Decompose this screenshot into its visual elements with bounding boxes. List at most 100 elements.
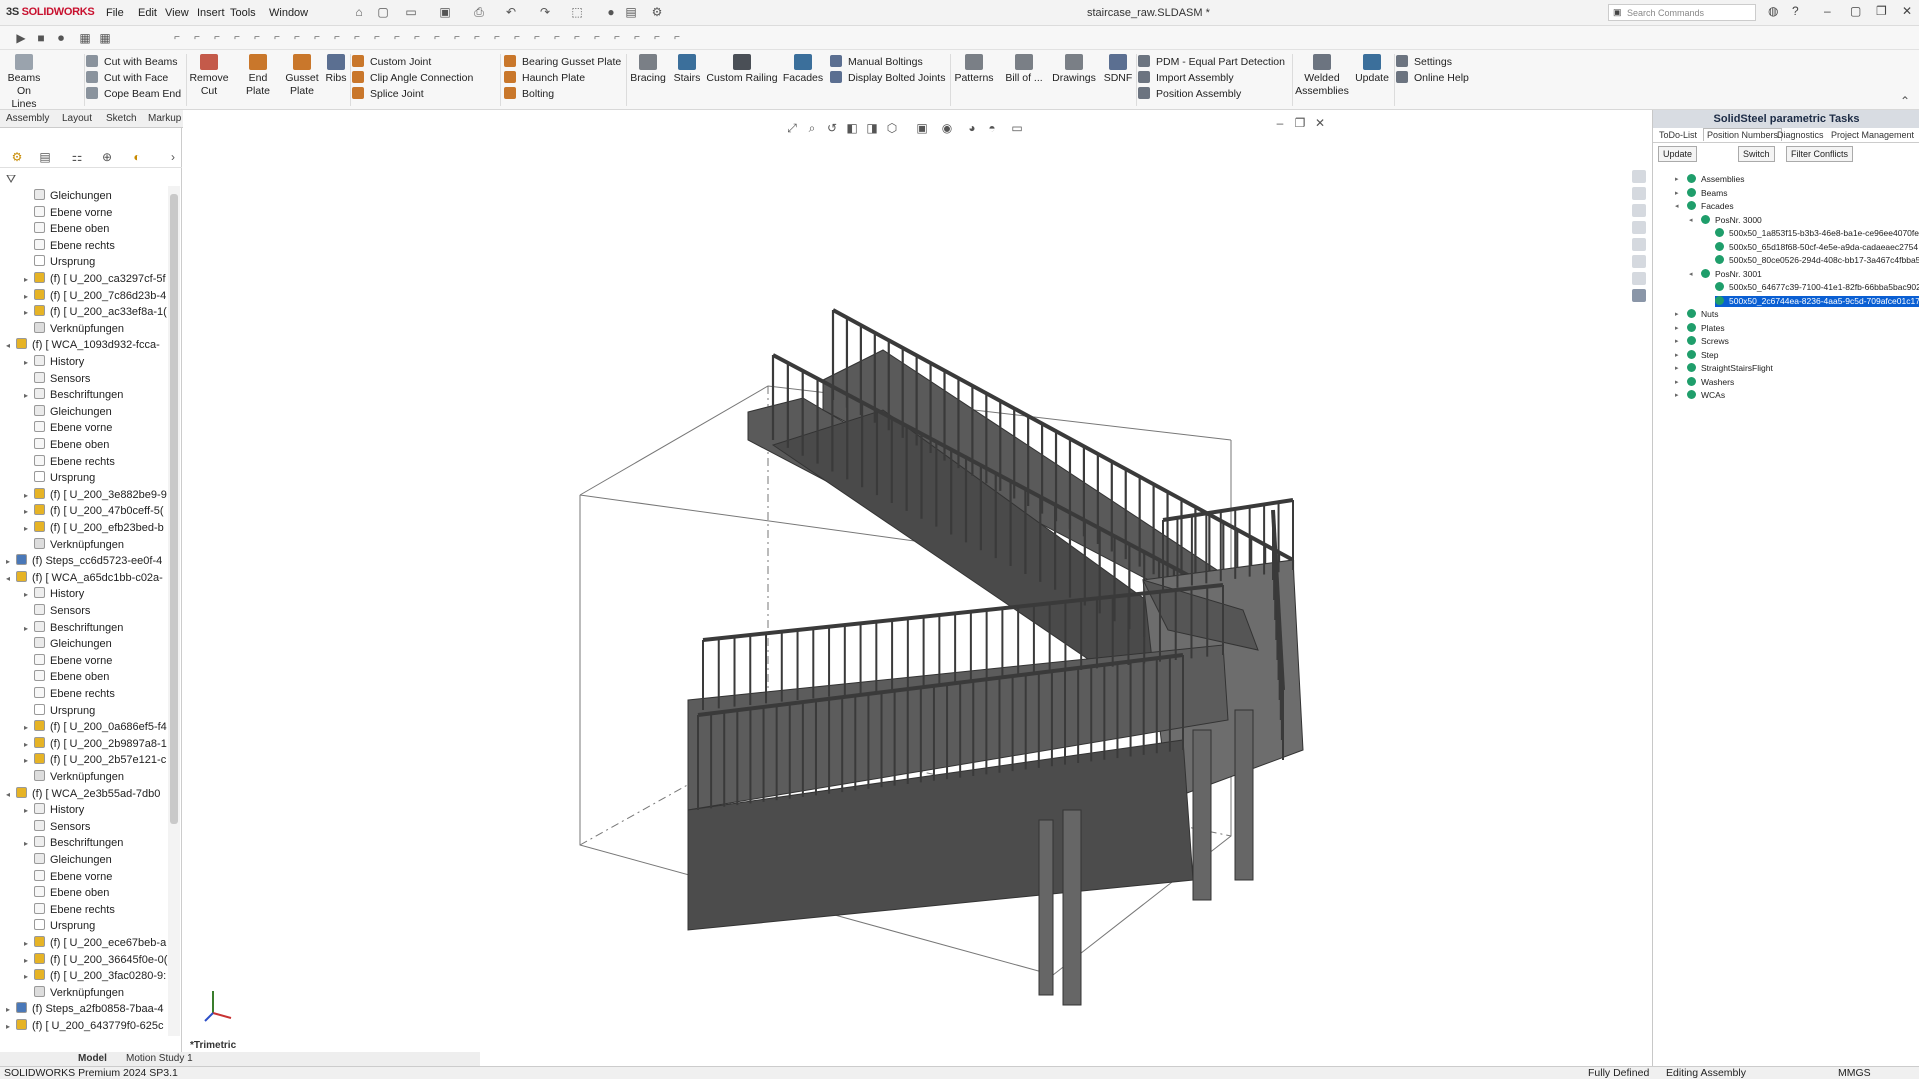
home-icon[interactable]: ⌂ — [352, 5, 366, 19]
menu-insert[interactable]: Insert — [197, 7, 225, 19]
tree-item[interactable]: 500x50_80ce0526-294d-408c-bb17-3a467c4fb… — [1715, 255, 1919, 266]
sketch-tool-icon[interactable]: ⌐ — [590, 31, 604, 45]
expand-toggle-icon[interactable]: ▸ — [24, 504, 34, 520]
tab-project-management[interactable]: Project Management — [1831, 130, 1914, 140]
sketch-tool-icon[interactable]: ⌐ — [610, 31, 624, 45]
tree-item[interactable]: ◂ PosNr. 3000 — [1689, 214, 1762, 226]
sketch-tool-icon[interactable]: ⌐ — [430, 31, 444, 45]
sketch-tool-icon[interactable]: ⌐ — [570, 31, 584, 45]
expand-toggle-icon[interactable]: ▸ — [6, 1002, 16, 1018]
tree-item[interactable]: ▸ Washers — [1675, 376, 1734, 388]
tree-item[interactable]: ◂ Facades — [1675, 201, 1734, 212]
expand-toggle-icon[interactable]: ▸ — [24, 936, 34, 952]
tree-item[interactable]: ▸ Plates — [1675, 322, 1725, 334]
expand-toggle-icon[interactable]: ▸ — [24, 953, 34, 969]
expand-toggle-icon[interactable]: ▸ — [1675, 363, 1679, 374]
expand-toggle-icon[interactable]: ▸ — [24, 388, 34, 404]
menu-view[interactable]: View — [165, 7, 189, 19]
tree-item[interactable]: ▸ Beschriftungen — [24, 835, 123, 851]
expand-toggle-icon[interactable]: ◂ — [6, 571, 16, 587]
dimxpert-icon[interactable]: ⊕ — [100, 150, 114, 164]
bill-of-materials-button[interactable]: Bill of ... — [1002, 54, 1046, 85]
chevron-right-icon[interactable]: › — [166, 150, 180, 164]
menu-tools[interactable]: Tools — [230, 7, 256, 19]
expand-toggle-icon[interactable]: ▸ — [1675, 350, 1679, 361]
tree-item[interactable]: ▸ (f) [ U_200_47b0ceff-5( — [24, 503, 164, 519]
expand-toggle-icon[interactable]: ▸ — [24, 488, 34, 504]
print-icon[interactable]: ⎙ — [472, 5, 486, 19]
tree-item[interactable]: ▸ Nuts — [1675, 309, 1718, 320]
search-commands-input[interactable]: ▣ Search Commands — [1608, 4, 1756, 21]
sketch-tool-icon[interactable]: ⌐ — [170, 31, 184, 45]
expand-toggle-icon[interactable]: ▸ — [24, 521, 34, 537]
ribs-button[interactable]: Ribs — [322, 54, 350, 85]
expand-toggle-icon[interactable]: ▸ — [24, 621, 34, 637]
sketch-tool-icon[interactable]: ⌐ — [270, 31, 284, 45]
expand-toggle-icon[interactable]: ▸ — [24, 803, 34, 819]
appearances-tab-icon[interactable] — [1632, 238, 1646, 251]
sketch-tool-icon[interactable]: ⌐ — [670, 31, 684, 45]
help-icon[interactable]: ? — [1792, 4, 1799, 18]
tab-markup[interactable]: Markup — [148, 113, 181, 124]
tree-item[interactable]: Ebene vorne — [24, 869, 112, 885]
display-style-icon[interactable]: ▣ — [915, 121, 929, 135]
cut-with-beams-button[interactable]: Cut with Beams — [86, 54, 178, 70]
viewport-restore-icon[interactable]: ❐ — [1293, 116, 1307, 130]
beams-on-lines-button[interactable]: Beams On Lines — [4, 54, 44, 111]
tree-item[interactable]: ▸ (f) [ U_200_3fac0280-9: — [24, 968, 166, 984]
tree-item[interactable]: Ebene oben — [24, 885, 109, 901]
tree-item[interactable]: ▸ WCAs — [1675, 390, 1725, 401]
tab-diagnostics[interactable]: Diagnostics — [1777, 130, 1824, 140]
tree-item[interactable]: ▸ (f) Steps_a2fb0858-7baa-4 — [6, 1001, 163, 1017]
tab-assembly[interactable]: Assembly — [6, 113, 49, 124]
tree-item[interactable]: ▸ (f) [ U_200_7c86d23b-4 — [24, 288, 166, 304]
bolting-button[interactable]: Bolting — [504, 86, 554, 102]
sketch-tool-icon[interactable]: ⌐ — [470, 31, 484, 45]
hide-show-icon[interactable]: ◉ — [940, 121, 954, 135]
tree-item[interactable]: ▸ (f) [ U_200_ca3297cf-5f — [24, 271, 166, 287]
expand-toggle-icon[interactable]: ▸ — [24, 737, 34, 753]
sdnf-button[interactable]: SDNF — [1100, 54, 1136, 85]
tree-item[interactable]: Ursprung — [24, 254, 95, 270]
tree-item[interactable]: ◂ (f) [ WCA_a65dc1bb-c02a- — [6, 570, 163, 586]
redo-icon[interactable]: ↷ — [538, 5, 552, 19]
tree-item[interactable]: Ursprung — [24, 470, 95, 486]
tree-item[interactable]: 500x50_64677c39-7100-41e1-82fb-66bba5bac… — [1715, 282, 1919, 293]
stop-icon[interactable]: ■ — [34, 31, 48, 45]
tree-item[interactable]: Verknüpfungen — [24, 321, 124, 337]
sketch-tool-icon[interactable]: ⌐ — [230, 31, 244, 45]
expand-toggle-icon[interactable]: ▸ — [1675, 309, 1679, 320]
tree-item[interactable]: Verknüpfungen — [24, 537, 124, 553]
expand-toggle-icon[interactable]: ▸ — [24, 753, 34, 769]
tree-item[interactable]: Ebene rechts — [24, 454, 115, 470]
tree-item[interactable]: Ebene oben — [24, 669, 109, 685]
viewport-minimize-icon[interactable]: – — [1273, 116, 1287, 130]
haunch-plate-button[interactable]: Haunch Plate — [504, 70, 585, 86]
sketch-tool-icon[interactable]: ⌐ — [410, 31, 424, 45]
expand-toggle-icon[interactable]: ▸ — [6, 554, 16, 570]
sketch-tool-icon[interactable]: ⌐ — [450, 31, 464, 45]
stairs-button[interactable]: Stairs — [670, 54, 704, 85]
drawings-button[interactable]: Drawings — [1050, 54, 1098, 85]
sketch-tool-icon[interactable]: ⌐ — [370, 31, 384, 45]
tree-item[interactable]: Verknüpfungen — [24, 769, 124, 785]
solidworks-logo[interactable]: 3S SOLIDWORKS — [6, 6, 95, 18]
view-settings-icon[interactable]: ▭ — [1010, 121, 1024, 135]
expand-toggle-icon[interactable]: ▸ — [24, 355, 34, 371]
file-properties-icon[interactable]: ▤ — [624, 5, 638, 19]
sketch-tool-icon[interactable]: ⌐ — [650, 31, 664, 45]
tree-item[interactable]: ▸ Beschriftungen — [24, 387, 123, 403]
tree-item[interactable]: Sensors — [24, 819, 90, 835]
tree-item[interactable]: Ebene oben — [24, 221, 109, 237]
tree-item[interactable]: 500x50_1a853f15-b3b3-46e8-ba1e-ce96ee407… — [1715, 228, 1919, 239]
expand-toggle-icon[interactable]: ▸ — [1675, 377, 1679, 388]
clip-angle-connection-button[interactable]: Clip Angle Connection — [352, 70, 473, 86]
status-units[interactable]: MMGS — [1838, 1067, 1871, 1079]
tree-item[interactable]: ▸ (f) [ U_200_ece67beb-a — [24, 935, 166, 951]
switch-button[interactable]: Switch — [1738, 146, 1775, 162]
tree-item[interactable]: Ebene rechts — [24, 902, 115, 918]
tree-item[interactable]: ▸ (f) [ U_200_3e882be9-9 — [24, 487, 167, 503]
expand-toggle-icon[interactable]: ▸ — [24, 289, 34, 305]
tree-item[interactable]: Ursprung — [24, 703, 95, 719]
open-icon[interactable]: ▭ — [404, 5, 418, 19]
